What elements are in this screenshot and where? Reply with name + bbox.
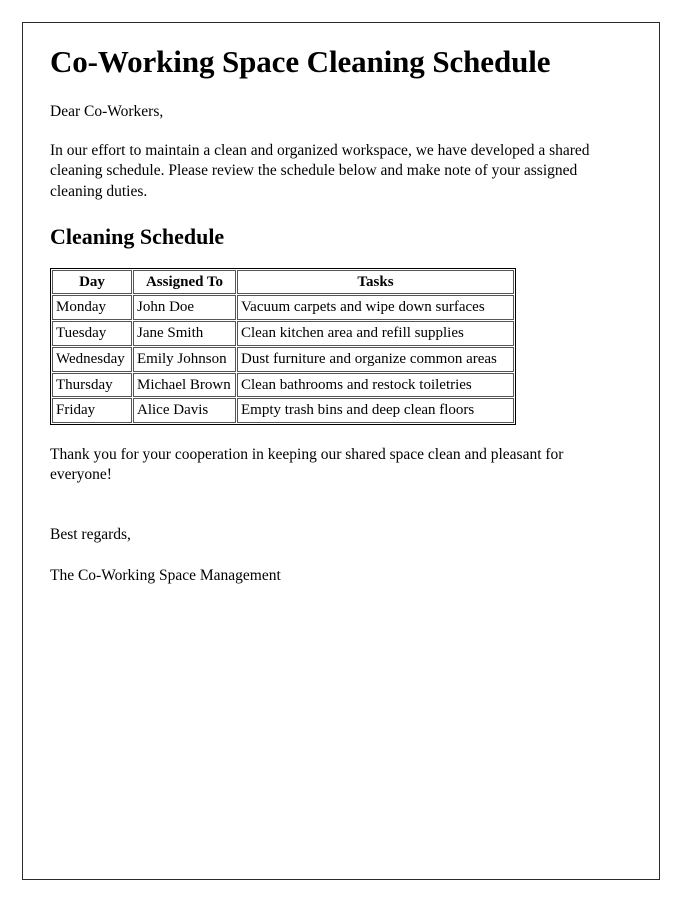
- table-row: Wednesday Emily Johnson Dust furniture a…: [52, 346, 514, 372]
- table-row: Monday John Doe Vacuum carpets and wipe …: [52, 295, 514, 321]
- closing-paragraph: Thank you for your cooperation in keepin…: [50, 446, 564, 484]
- cell-tasks: Dust furniture and organize common areas: [237, 346, 514, 372]
- cell-assigned-to: Emily Johnson: [133, 346, 236, 372]
- intro-paragraph: In our effort to maintain a clean and or…: [50, 141, 590, 200]
- page-title: Co-Working Space Cleaning Schedule: [50, 44, 551, 79]
- signature-text: The Co-Working Space Management: [50, 567, 281, 585]
- table-row: Tuesday Jane Smith Clean kitchen area an…: [52, 321, 514, 346]
- cell-assigned-to: John Doe: [133, 295, 236, 321]
- column-header-day: Day: [52, 269, 132, 295]
- column-header-tasks: Tasks: [237, 269, 514, 295]
- cell-assigned-to: Jane Smith: [133, 321, 236, 346]
- cleaning-schedule-table: Day Assigned To Tasks Monday John Doe Va…: [50, 267, 516, 426]
- table-row: Thursday Michael Brown Clean bathrooms a…: [52, 372, 514, 398]
- signature-block: Best regards, The Co-Working Space Manag…: [50, 505, 608, 587]
- cell-assigned-to: Alice Davis: [133, 398, 236, 424]
- cell-day: Friday: [52, 398, 132, 424]
- cell-day: Monday: [52, 295, 132, 321]
- cell-day: Tuesday: [52, 321, 132, 346]
- cell-tasks: Empty trash bins and deep clean floors: [237, 398, 514, 424]
- cell-assigned-to: Michael Brown: [133, 372, 236, 398]
- cell-day: Wednesday: [52, 346, 132, 372]
- cell-day: Thursday: [52, 372, 132, 398]
- page-frame: Co-Working Space Cleaning Schedule Dear …: [22, 22, 660, 880]
- cell-tasks: Clean kitchen area and refill supplies: [237, 321, 514, 346]
- section-heading-cleaning-schedule: Cleaning Schedule: [50, 224, 225, 250]
- salutation-text: Dear Co-Workers,: [50, 103, 164, 121]
- signoff-text: Best regards,: [50, 526, 131, 544]
- table-header-row: Day Assigned To Tasks: [52, 269, 514, 295]
- document-body: Co-Working Space Cleaning Schedule Dear …: [50, 44, 608, 587]
- column-header-assigned-to: Assigned To: [133, 269, 236, 295]
- table-row: Friday Alice Davis Empty trash bins and …: [52, 398, 514, 424]
- cell-tasks: Clean bathrooms and restock toiletries: [237, 372, 514, 398]
- cell-tasks: Vacuum carpets and wipe down surfaces: [237, 295, 514, 321]
